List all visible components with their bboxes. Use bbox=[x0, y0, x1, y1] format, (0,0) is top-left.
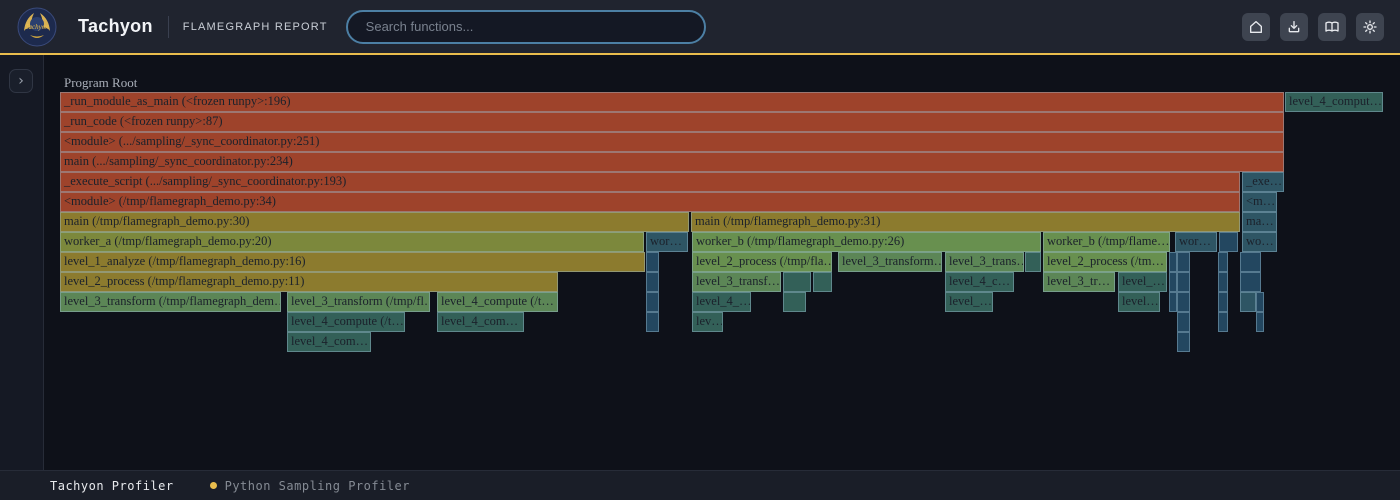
flame-frame[interactable]: wor… bbox=[646, 232, 688, 252]
flame-frame[interactable] bbox=[1240, 292, 1256, 312]
flame-frame[interactable]: ma… bbox=[1242, 212, 1277, 232]
home-icon bbox=[1248, 19, 1264, 35]
flame-frame[interactable]: <module> (/tmp/flamegraph_demo.py:34) bbox=[60, 192, 1240, 212]
app-window: Tachyon Tachyon FLAMEGRAPH REPORT bbox=[0, 0, 1400, 500]
report-type-label: FLAMEGRAPH REPORT bbox=[183, 21, 328, 33]
home-button[interactable] bbox=[1242, 13, 1270, 41]
flame-frame[interactable]: _run_module_as_main (<frozen runpy>:196) bbox=[60, 92, 1284, 112]
flame-frame[interactable]: wor… bbox=[1175, 232, 1217, 252]
flame-frame[interactable]: level_4_c… bbox=[945, 272, 1014, 292]
chevron-right-icon: › bbox=[18, 74, 24, 88]
sidebar-toggle-button[interactable]: › bbox=[9, 69, 33, 93]
flame-frame[interactable]: _execute_script (.../sampling/_sync_coor… bbox=[60, 172, 1240, 192]
flame-frame[interactable]: level_3_trans… bbox=[945, 252, 1024, 272]
tachyon-logo-icon: Tachyon bbox=[17, 7, 57, 47]
svg-text:Tachyon: Tachyon bbox=[25, 23, 49, 31]
flame-frame[interactable] bbox=[783, 292, 806, 312]
flame-frame[interactable] bbox=[1169, 292, 1177, 312]
flame-frame[interactable]: level_4_compute (/t… bbox=[437, 292, 558, 312]
flame-frame[interactable]: <module> (.../sampling/_sync_coordinator… bbox=[60, 132, 1284, 152]
download-button[interactable] bbox=[1280, 13, 1308, 41]
flame-frame[interactable] bbox=[1219, 232, 1238, 252]
flame-frame[interactable] bbox=[646, 272, 659, 292]
flame-frame[interactable]: worker_b (/tmp/flame… bbox=[1043, 232, 1170, 252]
flame-frame[interactable]: level_3_transform… bbox=[838, 252, 942, 272]
app-title: Tachyon bbox=[78, 16, 153, 37]
footer-subtitle: Python Sampling Profiler bbox=[225, 479, 410, 493]
flame-frame[interactable] bbox=[1025, 252, 1041, 272]
header-divider bbox=[168, 16, 169, 38]
flame-frame[interactable]: level_2_process (/tmp/flamegraph_demo.py… bbox=[60, 272, 558, 292]
flame-frame[interactable]: level… bbox=[1118, 292, 1160, 312]
book-icon bbox=[1324, 19, 1340, 35]
flame-frame[interactable]: _exe… bbox=[1242, 172, 1284, 192]
flame-frame[interactable]: main (/tmp/flamegraph_demo.py:30) bbox=[60, 212, 689, 232]
status-bar: Tachyon Profiler Python Sampling Profile… bbox=[0, 470, 1400, 500]
flame-frame[interactable] bbox=[646, 312, 659, 332]
flame-frame[interactable] bbox=[1256, 312, 1264, 332]
flame-frame[interactable]: level_4_com… bbox=[287, 332, 371, 352]
flame-frame[interactable] bbox=[1177, 332, 1190, 352]
flame-frame[interactable]: level_… bbox=[1118, 272, 1167, 292]
flame-frame[interactable]: <m… bbox=[1242, 192, 1277, 212]
flame-frame[interactable]: worker_a (/tmp/flamegraph_demo.py:20) bbox=[60, 232, 644, 252]
flame-frame[interactable] bbox=[783, 272, 811, 292]
search-input[interactable] bbox=[346, 10, 706, 44]
flame-frame[interactable]: main (/tmp/flamegraph_demo.py:31) bbox=[691, 212, 1240, 232]
flame-frame[interactable]: level_3_transform (/tmp/flamegraph_dem… bbox=[60, 292, 281, 312]
flame-frame[interactable]: lev… bbox=[692, 312, 723, 332]
flame-frame[interactable] bbox=[1169, 252, 1177, 272]
flame-frame[interactable] bbox=[1240, 272, 1261, 292]
flame-frame[interactable]: level_2_process (/tmp/fla… bbox=[692, 252, 832, 272]
flame-frame[interactable] bbox=[1177, 312, 1190, 332]
flame-frame[interactable] bbox=[646, 292, 659, 312]
flame-root-frame[interactable]: Program Root bbox=[64, 74, 137, 92]
flame-frame[interactable]: level_1_analyze (/tmp/flamegraph_demo.py… bbox=[60, 252, 645, 272]
header: Tachyon Tachyon FLAMEGRAPH REPORT bbox=[0, 0, 1400, 53]
flame-frame[interactable]: level_4_comput… bbox=[1285, 92, 1383, 112]
flame-frame[interactable] bbox=[1177, 252, 1190, 272]
flame-frame[interactable]: level_4_com… bbox=[437, 312, 524, 332]
flame-frame[interactable] bbox=[646, 252, 659, 272]
header-buttons bbox=[1242, 13, 1384, 41]
flame-frame[interactable]: level_3_transf… bbox=[692, 272, 781, 292]
flame-frame[interactable] bbox=[1177, 272, 1190, 292]
flame-frame[interactable]: level_2_process (/tm… bbox=[1043, 252, 1167, 272]
flame-frame[interactable]: level_… bbox=[945, 292, 993, 312]
theme-button[interactable] bbox=[1356, 13, 1384, 41]
flame-frame[interactable] bbox=[1256, 292, 1264, 312]
flame-frame[interactable] bbox=[1240, 252, 1261, 272]
flamegraph: Program Root _run_module_as_main (<froze… bbox=[44, 55, 1400, 471]
flame-frame[interactable] bbox=[1218, 252, 1228, 272]
flame-frame[interactable]: wo… bbox=[1242, 232, 1277, 252]
sun-icon bbox=[1362, 19, 1378, 35]
flame-frame[interactable] bbox=[1169, 272, 1177, 292]
flame-frame[interactable]: _run_code (<frozen runpy>:87) bbox=[60, 112, 1284, 132]
flame-frame[interactable]: worker_b (/tmp/flamegraph_demo.py:26) bbox=[692, 232, 1041, 252]
footer-app-name: Tachyon Profiler bbox=[50, 479, 174, 493]
flame-frame[interactable]: level_3_transform (/tmp/fl… bbox=[287, 292, 430, 312]
flame-frame[interactable] bbox=[1218, 272, 1228, 292]
flame-frame[interactable] bbox=[813, 272, 832, 292]
flame-frame[interactable]: main (.../sampling/_sync_coordinator.py:… bbox=[60, 152, 1284, 172]
status-dot-icon bbox=[210, 482, 217, 489]
search-container bbox=[346, 10, 706, 44]
docs-button[interactable] bbox=[1318, 13, 1346, 41]
flame-frame[interactable]: level_3_tr… bbox=[1043, 272, 1115, 292]
flame-frame[interactable]: level_4_… bbox=[692, 292, 751, 312]
flame-frame[interactable] bbox=[1218, 292, 1228, 312]
download-icon bbox=[1286, 19, 1302, 35]
flame-frame[interactable] bbox=[1218, 312, 1228, 332]
left-sidebar: › bbox=[0, 55, 44, 471]
flame-frame[interactable] bbox=[1177, 292, 1190, 312]
flame-frame[interactable]: level_4_compute (/t… bbox=[287, 312, 405, 332]
